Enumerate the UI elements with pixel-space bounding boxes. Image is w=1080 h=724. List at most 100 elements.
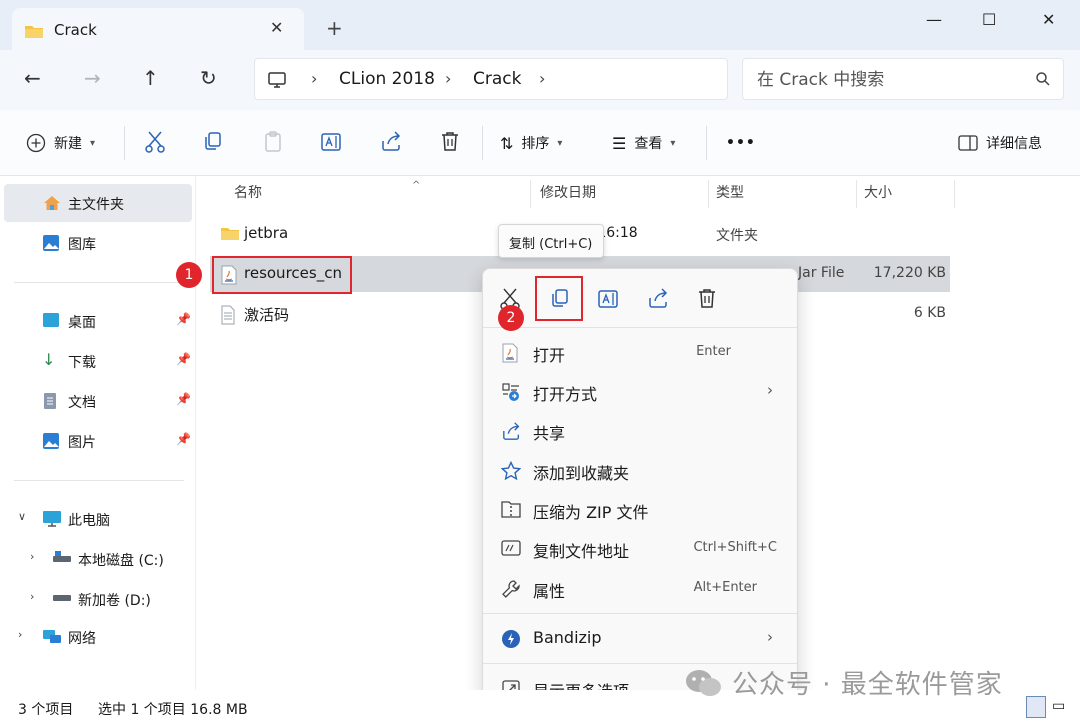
cut-icon[interactable] (144, 130, 166, 154)
menu-item-copy-path[interactable]: 复制文件地址 Ctrl+Shift+C (487, 529, 793, 567)
column-header-label: 名称 (234, 185, 262, 201)
up-icon[interactable]: ↑ (142, 66, 159, 90)
breadcrumb-chevron-icon[interactable]: › (311, 69, 317, 88)
menu-item-label: 属性 (533, 582, 566, 601)
menu-item-label: 压缩为 ZIP 文件 (533, 503, 649, 522)
column-header-size[interactable]: 大小 (864, 182, 892, 208)
menu-item-open-with[interactable]: 打开方式 › (487, 372, 793, 410)
breadcrumb-clion[interactable]: CLion 2018 (339, 69, 435, 89)
copy-path-icon (501, 540, 521, 556)
bandizip-icon (502, 630, 520, 648)
pin-icon[interactable]: 📌 (176, 352, 191, 366)
column-header-modified[interactable]: 修改日期 (540, 182, 596, 208)
search-input[interactable] (757, 68, 1027, 92)
column-divider[interactable] (530, 180, 531, 208)
breadcrumb-crack[interactable]: Crack (473, 69, 521, 89)
maximize-icon[interactable]: ☐ (982, 10, 996, 29)
navigation-pane: 主文件夹 图库 桌面 📌 ↓ 下载 📌 文档 📌 图片 📌 ∨ 此电脑 › 本地… (0, 176, 196, 690)
details-label: 详细信息 (986, 136, 1042, 152)
menu-item-add-favorite[interactable]: 添加到收藏夹 (487, 451, 793, 489)
sidebar-item-local-disk[interactable]: › 本地磁盘 (C:) (4, 540, 192, 578)
menu-item-properties[interactable]: 属性 Alt+Enter (487, 569, 793, 607)
navigation-bar: ← → ↑ ↻ › CLion 2018 › Crack › (0, 50, 1080, 110)
sidebar-item-home[interactable]: 主文件夹 (4, 184, 192, 222)
refresh-icon[interactable]: ↻ (200, 66, 217, 90)
view-list-icon: ☰ (612, 133, 627, 153)
sidebar-item-label: 网络 (68, 631, 96, 647)
chevron-right-icon[interactable]: › (30, 550, 34, 563)
chevron-right-icon[interactable]: › (30, 590, 34, 603)
sidebar-item-label: 图库 (68, 237, 96, 253)
new-tab-button[interactable]: + (326, 18, 343, 38)
sidebar-item-downloads[interactable]: ↓ 下载 📌 (4, 342, 192, 380)
delete-icon[interactable] (440, 130, 460, 152)
column-divider[interactable] (708, 180, 709, 208)
share-icon[interactable] (647, 287, 671, 309)
column-header-type[interactable]: 类型 (716, 182, 744, 208)
sidebar-item-gallery[interactable]: 图库 (4, 224, 192, 262)
forward-icon[interactable]: → (84, 66, 101, 90)
item-count: 3 个项目 (18, 702, 74, 718)
menu-item-open[interactable]: 打开 Enter (487, 333, 793, 371)
minimize-icon[interactable]: — (926, 10, 942, 29)
sidebar-item-label: 下载 (68, 355, 96, 371)
rename-icon[interactable] (320, 130, 344, 154)
column-divider[interactable] (856, 180, 857, 208)
folder-icon (25, 26, 43, 38)
sidebar-item-pictures[interactable]: 图片 📌 (4, 422, 192, 460)
breadcrumb-chevron-icon[interactable]: › (445, 69, 451, 88)
tiles-view-icon[interactable]: ▭ (1052, 698, 1065, 714)
file-name: jetbra (244, 224, 289, 242)
tab-title: Crack (54, 21, 97, 39)
tab-close-icon[interactable]: ✕ (270, 18, 283, 37)
sidebar-item-documents[interactable]: 文档 📌 (4, 382, 192, 420)
sidebar-item-new-volume[interactable]: › 新加卷 (D:) (4, 580, 192, 618)
toolbar-divider (706, 126, 707, 160)
new-button[interactable]: 新建 ▾ (26, 132, 95, 154)
view-button[interactable]: ☰ 查看 ▾ (612, 132, 675, 154)
sidebar-item-desktop[interactable]: 桌面 📌 (4, 302, 192, 340)
menu-item-shortcut: Enter (696, 344, 731, 359)
pin-icon[interactable]: 📌 (176, 312, 191, 326)
title-bar: Crack ✕ + — ☐ ✕ (0, 0, 1080, 50)
chevron-right-icon[interactable]: › (18, 628, 22, 641)
menu-item-label: 打开 (533, 346, 566, 365)
text-file-icon (221, 305, 235, 325)
star-icon (501, 461, 521, 481)
sidebar-item-network[interactable]: › 网络 (4, 618, 192, 656)
details-view-icon[interactable] (1026, 696, 1046, 718)
address-bar[interactable]: › CLion 2018 › Crack › (254, 58, 728, 100)
rename-icon[interactable] (597, 287, 621, 311)
computer-icon (268, 72, 286, 88)
file-size: 17,220 KB (873, 265, 946, 281)
column-header-name[interactable]: 名称 ^ (234, 180, 420, 208)
chevron-down-icon[interactable]: ∨ (18, 510, 26, 523)
chevron-down-icon: ▾ (670, 137, 676, 149)
menu-item-label: Bandizip (533, 628, 602, 647)
close-window-icon[interactable]: ✕ (1042, 10, 1055, 29)
column-divider[interactable] (954, 180, 955, 208)
copy-icon[interactable] (202, 130, 224, 152)
pin-icon[interactable]: 📌 (176, 432, 191, 446)
menu-divider (483, 613, 797, 614)
share-icon[interactable] (380, 130, 404, 152)
toolbar-divider (124, 126, 125, 160)
pin-icon[interactable]: 📌 (176, 392, 191, 406)
chevron-down-icon: ▾ (557, 137, 563, 149)
sort-label: 排序 (521, 136, 550, 152)
delete-icon[interactable] (697, 287, 717, 309)
drive-icon (53, 595, 71, 601)
tab-crack[interactable]: Crack ✕ (12, 8, 304, 50)
details-button[interactable]: 详细信息 (958, 132, 1042, 154)
more-options-icon[interactable]: ••• (726, 132, 756, 154)
menu-item-share[interactable]: 共享 (487, 411, 793, 449)
sidebar-item-this-pc[interactable]: ∨ 此电脑 (4, 500, 192, 538)
breadcrumb-chevron-icon[interactable]: › (539, 69, 545, 88)
menu-item-compress-zip[interactable]: 压缩为 ZIP 文件 (487, 490, 793, 528)
file-name: 激活码 (244, 306, 290, 324)
search-box[interactable] (742, 58, 1064, 100)
back-icon[interactable]: ← (24, 66, 41, 90)
menu-item-bandizip[interactable]: Bandizip › (487, 619, 793, 657)
sort-button[interactable]: ⇅ 排序 ▾ (500, 132, 562, 154)
paste-icon[interactable] (262, 130, 284, 154)
